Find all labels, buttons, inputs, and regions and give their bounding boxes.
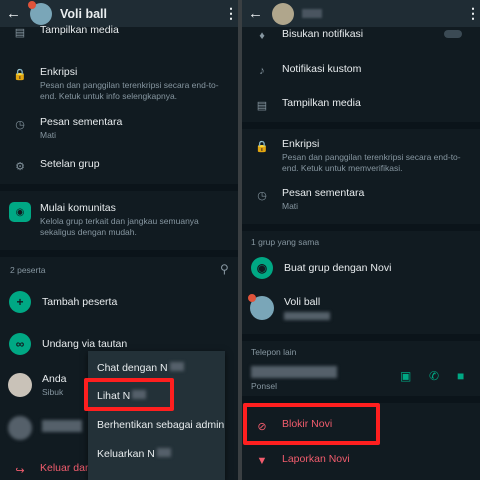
group-title: Voli ball	[60, 6, 107, 21]
add-person-icon: +	[9, 291, 31, 313]
back-arrow-icon[interactable]: ←	[248, 5, 266, 22]
group-avatar	[248, 294, 274, 320]
bell-icon: ♦	[259, 30, 265, 42]
group-header: ← Voli ball ⋮	[0, 0, 238, 27]
music-note-icon: ♪	[259, 65, 265, 77]
show-media-row[interactable]: ▤ Tampilkan media	[242, 97, 480, 113]
start-community-row[interactable]: ◉ Mulai komunitas Kelola grup terkait da…	[0, 202, 238, 237]
contact-header: ← ⋮	[242, 0, 480, 27]
highlight-box	[243, 403, 380, 445]
phone-type-label: Ponsel	[251, 381, 277, 391]
disappearing-title: Pesan sementara	[40, 116, 123, 128]
back-arrow-icon[interactable]: ←	[6, 5, 24, 22]
section-divider	[0, 250, 238, 257]
you-label: Anda	[42, 373, 67, 385]
add-participant-row[interactable]: + Tambah peserta	[0, 291, 238, 313]
contact-info-panel: ← ⋮ ♦ Bisukan notifikasi ♪ Notifikasi ku…	[242, 0, 480, 480]
report-contact-row[interactable]: ▼ Laporkan Novi	[242, 453, 480, 469]
section-divider	[242, 396, 480, 403]
encryption-title: Enkripsi	[40, 66, 78, 78]
common-group-item[interactable]: Voli ball	[242, 294, 480, 320]
highlight-box	[84, 378, 174, 411]
disappearing-status: Mati	[40, 130, 57, 140]
section-divider	[242, 334, 480, 341]
thumbs-down-icon: ▼	[256, 455, 268, 467]
participant-count: 2 peserta	[10, 265, 46, 275]
more-options-icon[interactable]: ⋮	[224, 5, 238, 22]
mute-label: Bisukan notifikasi	[282, 28, 364, 40]
section-divider	[242, 122, 480, 129]
exit-icon: ↪	[15, 464, 25, 477]
group-name: Voli ball	[284, 296, 321, 308]
report-label: Laporkan Novi	[282, 453, 350, 465]
video-call-icon[interactable]: ■	[457, 369, 464, 383]
exit-group-label: Keluar dari	[40, 462, 91, 474]
menu-chat-label: Chat dengan N	[97, 362, 168, 374]
section-divider	[242, 224, 480, 231]
menu-dismiss-admin[interactable]: Berhentikan sebagai admin	[97, 419, 224, 431]
phone-icon[interactable]: ✆	[429, 369, 439, 383]
image-icon: ▤	[14, 26, 26, 39]
custom-notification-row[interactable]: ♪ Notifikasi kustom	[242, 63, 480, 79]
other-phone-label: Telepon lain	[251, 347, 297, 357]
blurred-name	[42, 420, 82, 432]
add-participant-label: Tambah peserta	[42, 296, 118, 308]
encryption-desc: Pesan dan panggilan terenkripsi secara e…	[40, 80, 219, 101]
lock-icon: 🔒	[255, 140, 269, 153]
group-settings-label: Setelan grup	[40, 158, 100, 170]
contact-avatar[interactable]	[272, 2, 294, 25]
disappearing-title: Pesan sementara	[282, 187, 365, 199]
menu-remove-participant[interactable]: Keluarkan N	[97, 448, 171, 460]
blurred-phone-number	[251, 366, 337, 378]
timer-icon: ◷	[15, 118, 25, 131]
community-desc: Kelola grup terkait dan jangkau semuanya…	[40, 216, 199, 237]
blurred-name	[156, 448, 171, 457]
show-media-label: Tampilkan media	[40, 24, 119, 36]
mute-toggle[interactable]	[444, 30, 462, 38]
encryption-title: Enkripsi	[282, 138, 320, 150]
group-info-panel: ← Voli ball ⋮ ▤ Tampilkan media 🔒 Enkrip…	[0, 0, 238, 480]
blurred-avatar	[8, 416, 32, 440]
image-icon: ▤	[256, 99, 268, 112]
screenshot-stage: ← Voli ball ⋮ ▤ Tampilkan media 🔒 Enkrip…	[0, 0, 480, 480]
show-media-label: Tampilkan media	[282, 97, 361, 109]
common-groups-label: 1 grup yang sama	[251, 237, 320, 247]
you-status: Sibuk	[42, 387, 64, 397]
disappearing-messages-row[interactable]: ◷ Pesan sementara Mati	[242, 187, 480, 212]
encryption-row[interactable]: 🔒 Enkripsi Pesan dan panggilan terenkrip…	[242, 138, 480, 173]
show-media-row[interactable]: ▤ Tampilkan media	[0, 24, 238, 40]
timer-icon: ◷	[257, 189, 267, 202]
menu-chat-with[interactable]: Chat dengan N	[97, 362, 184, 374]
more-options-icon[interactable]: ⋮	[466, 5, 480, 22]
community-icon: ◉	[9, 202, 31, 222]
encryption-desc: Pesan dan panggilan terenkripsi secara e…	[282, 152, 461, 173]
community-title: Mulai komunitas	[40, 202, 116, 214]
lock-icon: 🔒	[13, 68, 27, 81]
blurred-contact-name	[302, 9, 322, 18]
menu-remove-label: Keluarkan N	[97, 448, 155, 460]
group-settings-row[interactable]: ⚙ Setelan grup	[0, 158, 238, 174]
avatar-badge	[28, 0, 36, 9]
gear-icon: ⚙	[15, 160, 25, 173]
link-icon: ∞	[9, 333, 31, 355]
section-divider	[0, 184, 238, 191]
group-icon: ◉	[251, 257, 273, 279]
participant-context-menu: Chat dengan N Lihat N Berhentikan sebaga…	[88, 351, 225, 480]
blurred-name	[169, 362, 184, 371]
invite-link-label: Undang via tautan	[42, 338, 128, 350]
create-group-label: Buat grup dengan Novi	[284, 262, 392, 274]
search-icon[interactable]: ⚲	[220, 262, 229, 276]
custom-notif-label: Notifikasi kustom	[282, 63, 362, 75]
disappearing-messages-row[interactable]: ◷ Pesan sementara Mati	[0, 116, 238, 141]
group-avatar[interactable]	[28, 0, 52, 25]
blurred-members	[284, 312, 330, 320]
disappearing-status: Mati	[282, 201, 299, 211]
avatar	[8, 373, 32, 397]
create-group-row[interactable]: ◉ Buat grup dengan Novi	[242, 257, 480, 279]
encryption-row[interactable]: 🔒 Enkripsi Pesan dan panggilan terenkrip…	[0, 66, 238, 101]
message-icon[interactable]: ▣	[400, 369, 411, 383]
